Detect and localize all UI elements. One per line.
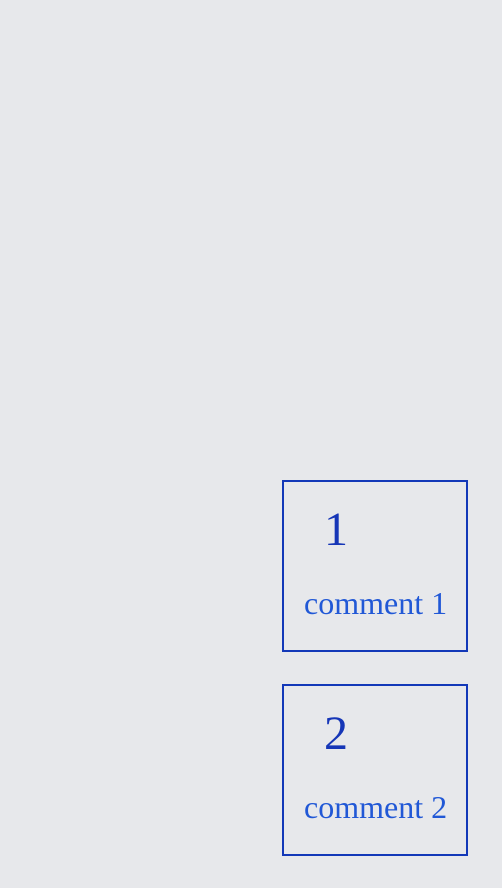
comment-card[interactable]: 1 comment 1 xyxy=(282,480,468,652)
comment-number: 2 xyxy=(324,707,348,760)
comment-text: comment 2 xyxy=(304,789,448,825)
comment-number: 1 xyxy=(324,503,348,556)
comment-text: comment 1 xyxy=(304,585,448,621)
comment-list: 1 comment 1 2 comment 2 xyxy=(282,480,468,856)
comment-card[interactable]: 2 comment 2 xyxy=(282,684,468,856)
comment-page: { "comments": [ { "number": "1", "text":… xyxy=(0,0,502,888)
